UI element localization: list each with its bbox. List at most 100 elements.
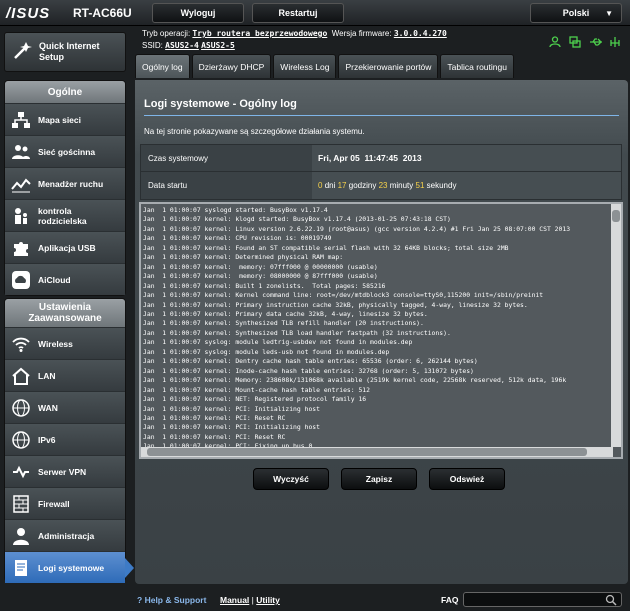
table-row: Data startu 0 dni 17 godziny 23 minuty 5… [141,172,621,199]
sidebar-item-traffic-manager[interactable]: Menadżer ruchu [5,167,125,199]
log-textarea[interactable]: Jan 1 01:00:07 syslogd started: BusyBox … [139,202,623,459]
restart-button[interactable]: Restartuj [252,3,344,23]
log-line: Jan 1 01:00:07 kernel: Synthesized TLB l… [143,328,451,337]
save-button[interactable]: Zapisz [341,468,417,490]
status-info: Tryb operacji: Tryb routera bezprzewodow… [142,29,447,50]
guest-network-icon [10,141,32,163]
uptime-value: 0 dni 17 godziny 23 minuty 51 sekundy [312,172,621,199]
globe-icon [10,397,32,419]
page-title: Logi systemowe - Ogólny log [144,98,297,110]
system-time-value: Fri, Apr 05 11:47:45 2013 [312,145,621,171]
faq-search-input[interactable] [463,592,622,607]
system-time-label: Czas systemowy [141,145,312,171]
language-select[interactable]: Polski ▼ [530,3,622,23]
log-line: Jan 1 01:00:07 kernel: memory: 07fff000 … [143,262,378,271]
log-line: Jan 1 01:00:07 kernel: Primary instructi… [143,300,528,309]
clear-button[interactable]: Wyczyść [253,468,329,490]
log-line: Jan 1 01:00:07 kernel: Linux version 2.6… [143,224,571,233]
usb-status-icon[interactable] [589,36,603,48]
network-map-icon [10,109,32,131]
operation-mode-link[interactable]: Tryb routera bezprzewodowego [192,29,327,38]
sidebar-item-aicloud[interactable]: AiCloud [5,263,125,295]
sidebar-item-wan[interactable]: WAN [5,391,125,423]
log-line: Jan 1 01:00:07 syslog: module ledtrig-us… [143,338,413,347]
quick-internet-setup-button[interactable]: Quick Internet Setup [4,32,126,72]
uptime-label: Data startu [141,172,312,199]
quick-setup-label: Quick Internet Setup [39,41,100,62]
top-bar: /ISUS RT-AC66U Wyloguj Restartuj Polski … [0,0,630,26]
general-heading: Ogólne [5,81,125,103]
firmware-link[interactable]: 3.0.0.4.270 [394,29,447,38]
sidebar-item-wireless[interactable]: Wireless [5,327,125,359]
system-log-icon [10,557,32,579]
sidebar: Quick Internet Setup Ogólne Mapa sieci S… [0,26,134,586]
log-line: Jan 1 01:00:07 kernel: Synthesized TLB r… [143,319,424,328]
general-menu: Ogólne Mapa sieci Sieć gościnna Menadżer… [4,80,126,296]
logout-button[interactable]: Wyloguj [152,3,244,23]
sidebar-item-ipv6[interactable]: IPv6 [5,423,125,455]
log-line: Jan 1 01:00:07 kernel: Found an ST compa… [143,243,509,252]
log-line: Jan 1 01:00:07 syslogd started: BusyBox … [143,206,328,214]
chevron-down-icon: ▼ [605,9,613,18]
parental-control-icon [10,205,32,227]
footer: ? Help & Support Manual | Utility FAQ [0,589,630,611]
search-icon[interactable] [605,594,617,608]
log-line: Jan 1 01:00:07 syslog: module leds-usb n… [143,347,390,356]
help-icon: ? [137,595,143,605]
sidebar-item-network-map[interactable]: Mapa sieci [5,103,125,135]
ssid-5-link[interactable]: ASUS2-5 [201,41,235,50]
sidebar-item-lan[interactable]: LAN [5,359,125,391]
sidebar-item-firewall[interactable]: Firewall [5,487,125,519]
table-row: Czas systemowy Fri, Apr 05 11:47:45 2013 [141,145,621,172]
model-name: RT-AC66U [73,6,132,20]
sidebar-item-administration[interactable]: Administracja [5,519,125,551]
sidebar-item-guest-network[interactable]: Sieć gościnna [5,135,125,167]
lan-status-icon[interactable] [609,36,623,48]
log-line: Jan 1 01:00:07 kernel: PCI: Reset RC [143,413,286,422]
log-line: Jan 1 01:00:07 kernel: Memory: 238608k/1… [143,376,567,385]
title-divider [144,115,619,116]
log-line: Jan 1 01:00:07 kernel: Primary data cach… [143,309,428,318]
log-line: Jan 1 01:00:07 kernel: CPU revision is: … [143,234,332,243]
log-line: Jan 1 01:00:07 kernel: NET: Registered p… [143,395,367,404]
tab-bar: Ogólny log Dzierżawy DHCP Wireless Log P… [135,54,516,80]
aicloud-icon [10,269,32,291]
user-status-icon[interactable] [549,36,563,48]
sidebar-item-parental-control[interactable]: kontrola rodzicielska [5,199,125,231]
log-line: Jan 1 01:00:07 kernel: PCI: Initializing… [143,423,320,432]
vertical-scrollbar[interactable] [611,204,621,447]
tab-wireless-log[interactable]: Wireless Log [273,54,337,78]
tab-dhcp-leases[interactable]: Dzierżawy DHCP [191,54,272,78]
vpn-icon [10,461,32,483]
home-icon [10,365,32,387]
log-line: Jan 1 01:00:07 kernel: PCI: Initializing… [143,404,320,413]
log-line: Jan 1 01:00:07 kernel: Kernel command li… [143,291,544,300]
log-panel: Logi systemowe - Ogólny log Na tej stron… [135,80,628,584]
log-line: Jan 1 01:00:07 kernel: memory: 08000000 … [143,272,378,281]
ssid-24-link[interactable]: ASUS2-4 [165,41,199,50]
horizontal-scrollbar[interactable] [141,447,613,457]
page-description: Na tej stronie pokazywane są szczegółowe… [144,127,365,136]
scroll-thumb[interactable] [147,448,587,456]
manual-link[interactable]: Manual [220,595,249,605]
log-line: Jan 1 01:00:07 kernel: Dentry cache hash… [143,357,478,366]
faq-label: FAQ [441,595,459,605]
log-content: Jan 1 01:00:07 syslogd started: BusyBox … [143,206,613,457]
sidebar-item-system-log[interactable]: Logi systemowe [5,551,134,583]
puzzle-icon [10,237,32,259]
network-status-icon[interactable] [569,36,583,48]
wireless-icon [10,333,32,355]
sidebar-item-usb-application[interactable]: Aplikacja USB [5,231,125,263]
tab-general-log[interactable]: Ogólny log [135,54,190,78]
refresh-button[interactable]: Odswież [429,468,505,490]
tab-port-forwarding[interactable]: Przekierowanie portów [338,54,439,78]
advanced-menu: Ustawienia Zaawansowane Wireless LAN WAN … [4,298,134,583]
admin-user-icon [10,525,32,547]
advanced-heading: Ustawienia Zaawansowane [5,299,125,327]
asus-logo: /ISUS [6,5,51,22]
sidebar-item-vpn-server[interactable]: Serwer VPN [5,455,125,487]
scroll-thumb[interactable] [612,210,620,222]
help-support-link[interactable]: ? Help & Support [137,595,206,605]
tab-routing-table[interactable]: Tablica routingu [440,54,514,78]
utility-link[interactable]: Utility [256,595,280,605]
